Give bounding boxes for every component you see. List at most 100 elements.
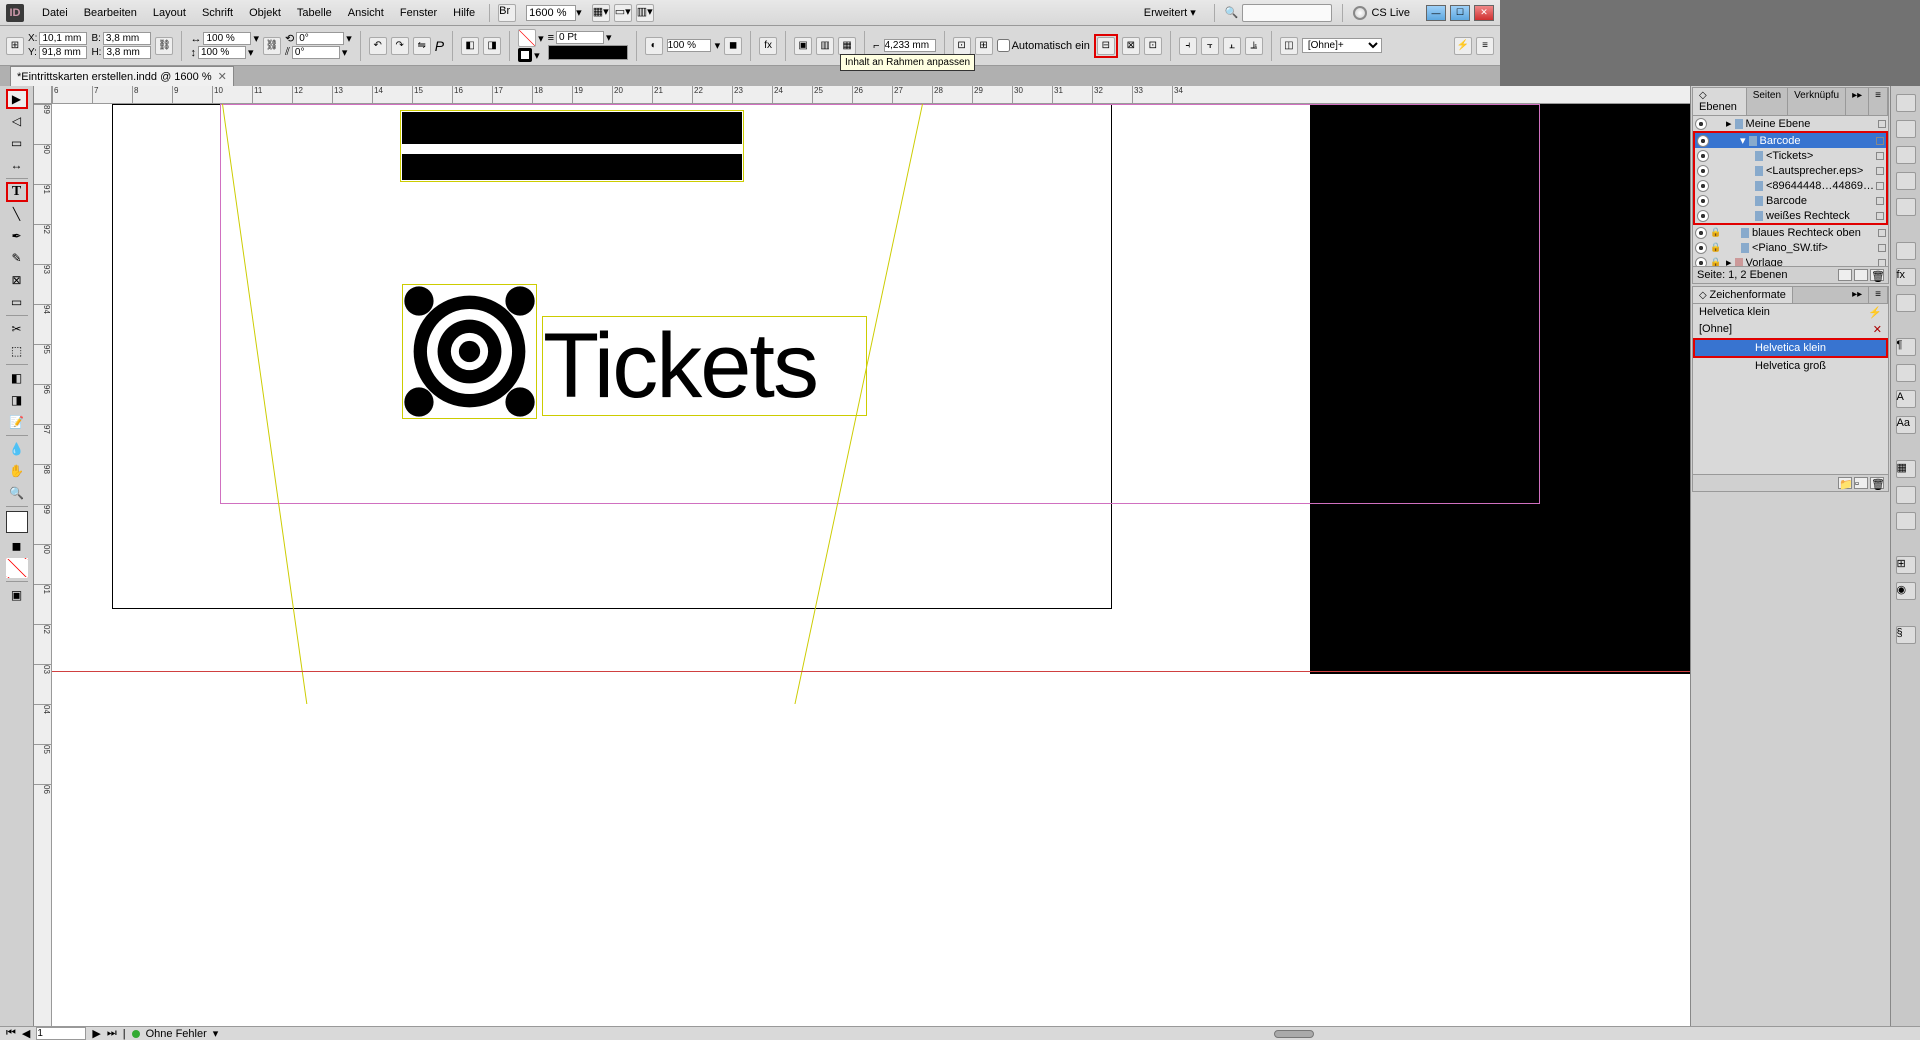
text-wrap-none-icon[interactable]: ▣	[794, 37, 812, 55]
gradient-feather-tool[interactable]: ◨	[6, 390, 28, 410]
scale-y-input[interactable]	[198, 46, 246, 59]
disclosure-icon[interactable]: ▸	[1726, 117, 1732, 130]
corner-size-input[interactable]	[884, 39, 936, 52]
gradient-swatch-tool[interactable]: ◧	[6, 368, 28, 388]
gradient-panel-icon[interactable]	[1896, 242, 1916, 260]
document-tab[interactable]: *Eintrittskarten erstellen.indd @ 1600 %…	[10, 66, 234, 86]
character-panel-icon[interactable]: A	[1896, 390, 1916, 408]
tab-verknuepfungen[interactable]: Verknüpfu	[1788, 88, 1846, 115]
visibility-icon[interactable]	[1697, 180, 1709, 192]
dropdown-icon[interactable]: ▾	[213, 1027, 219, 1040]
stroke-style-select[interactable]: ━━━━	[548, 45, 628, 60]
style-helvetica-gross[interactable]: Helvetica groß	[1693, 358, 1888, 374]
align-center-icon[interactable]: ⫟	[1201, 37, 1219, 55]
panel-menu-icon[interactable]: ≡	[1869, 287, 1888, 303]
delete-style-icon[interactable]: 🗑	[1870, 477, 1884, 489]
workspace-switcher[interactable]: Erweitert ▾	[1136, 2, 1204, 23]
flip-h-icon[interactable]: ⇋	[413, 37, 431, 55]
zoom-tool[interactable]: 🔍	[6, 483, 28, 503]
align-left-icon[interactable]: ⫞	[1179, 37, 1197, 55]
layer-target-icon[interactable]	[1878, 244, 1886, 252]
panel-menu-icon[interactable]: ≡	[1476, 37, 1494, 55]
select-container-icon[interactable]: ◧	[461, 37, 479, 55]
color-panel-icon[interactable]	[1896, 172, 1916, 190]
zoom-input[interactable]	[526, 5, 576, 21]
text-wrap-shape-icon[interactable]: ▦	[838, 37, 856, 55]
eyedropper-tool[interactable]: 💧	[6, 439, 28, 459]
layer-target-icon[interactable]	[1876, 137, 1884, 145]
align-panel-icon[interactable]: ⊞	[1896, 556, 1916, 574]
layer-row[interactable]: ▾Barcode	[1695, 133, 1886, 148]
stroke-weight-input[interactable]	[556, 31, 604, 44]
disclosure-icon[interactable]: ▸	[1726, 256, 1732, 266]
apply-gradient-icon[interactable]	[6, 558, 28, 578]
pen-tool[interactable]: ✒	[6, 226, 28, 246]
new-sublayer-icon[interactable]	[1838, 269, 1852, 281]
rectangle-tool[interactable]: ▭	[6, 292, 28, 312]
tab-seiten[interactable]: Seiten	[1747, 88, 1788, 115]
arrange-icon[interactable]: ▥▾	[636, 4, 654, 22]
menu-bearbeiten[interactable]: Bearbeiten	[76, 3, 145, 23]
dropdown-icon[interactable]: ▾	[576, 6, 582, 19]
delete-layer-icon[interactable]: 🗑	[1870, 269, 1884, 281]
table-styles-panel-icon[interactable]	[1896, 486, 1916, 504]
y-input[interactable]	[39, 46, 87, 59]
preflight-label[interactable]: Ohne Fehler	[146, 1028, 207, 1040]
view-options-icon[interactable]: ▦▾	[592, 4, 610, 22]
visibility-icon[interactable]	[1697, 195, 1709, 207]
link-wh-icon[interactable]: ⛓	[155, 37, 173, 55]
object-style-icon[interactable]: ◫	[1280, 37, 1298, 55]
layer-target-icon[interactable]	[1876, 182, 1884, 190]
lock-icon[interactable]: 🔒	[1710, 227, 1720, 238]
layer-target-icon[interactable]	[1878, 259, 1886, 267]
layer-row[interactable]: <Tickets>	[1695, 148, 1886, 163]
glyphs-panel-icon[interactable]: Aa	[1896, 416, 1916, 434]
visibility-icon[interactable]	[1697, 165, 1709, 177]
rotate-input[interactable]	[296, 32, 344, 45]
zoom-field[interactable]: ▾	[526, 5, 582, 21]
search-input[interactable]	[1242, 4, 1332, 22]
menu-fenster[interactable]: Fenster	[392, 3, 445, 23]
pencil-tool[interactable]: ✎	[6, 248, 28, 268]
layer-target-icon[interactable]	[1876, 167, 1884, 175]
new-layer-icon[interactable]	[1854, 269, 1868, 281]
align-right-icon[interactable]: ⫠	[1223, 37, 1241, 55]
screen-mode-tool[interactable]: ▣	[6, 585, 28, 605]
pages-panel-icon[interactable]	[1896, 94, 1916, 112]
new-style-button[interactable]: ▫	[1854, 477, 1868, 489]
visibility-icon[interactable]	[1697, 135, 1709, 147]
rotate-cw-icon[interactable]: ↷	[391, 37, 409, 55]
select-content-icon[interactable]: ◨	[483, 37, 501, 55]
type-tool[interactable]: T	[6, 182, 28, 202]
pathfinder-panel-icon[interactable]: ◉	[1896, 582, 1916, 600]
panel-collapse-icon[interactable]: ▸▸	[1846, 88, 1869, 115]
layer-row[interactable]: <Lautsprecher.eps>	[1695, 163, 1886, 178]
page-number-input[interactable]	[36, 1027, 86, 1040]
page-nav-last-icon[interactable]: ⏭	[107, 1027, 117, 1040]
fill-icon[interactable]	[518, 29, 536, 47]
layer-target-icon[interactable]	[1876, 212, 1884, 220]
fill-stroke-swatch[interactable]	[6, 511, 28, 533]
fit-frame-to-content-icon[interactable]: ⊠	[1122, 37, 1140, 55]
layer-row[interactable]: weißes Rechteck	[1695, 208, 1886, 223]
text-wrap-bbox-icon[interactable]: ▥	[816, 37, 834, 55]
vertical-ruler[interactable]: 899091929394959697989900010203040506	[34, 104, 52, 1026]
stroke-icon[interactable]	[518, 48, 532, 62]
page-tool[interactable]: ▭	[6, 133, 28, 153]
tab-zeichenformate[interactable]: ◇ Zeichenformate	[1693, 287, 1793, 303]
table-panel-icon[interactable]: ▦	[1896, 460, 1916, 478]
close-tab-icon[interactable]: ✕	[218, 70, 227, 83]
layer-target-icon[interactable]	[1878, 120, 1886, 128]
links-panel-icon[interactable]	[1896, 120, 1916, 138]
cslive-label[interactable]: CS Live	[1371, 7, 1410, 19]
free-transform-tool[interactable]: ⬚	[6, 341, 28, 361]
menu-hilfe[interactable]: Hilfe	[445, 3, 483, 23]
window-minimize-button[interactable]: —	[1426, 5, 1446, 21]
visibility-icon[interactable]	[1697, 150, 1709, 162]
fit-content-to-frame-icon[interactable]: ⊟	[1097, 37, 1115, 55]
layer-row[interactable]: Barcode	[1695, 193, 1886, 208]
swatches-panel-icon[interactable]	[1896, 198, 1916, 216]
quick-apply-icon[interactable]: ⚡	[1454, 37, 1472, 55]
lock-icon[interactable]: 🔒	[1710, 242, 1720, 253]
scale-x-input[interactable]	[203, 32, 251, 45]
